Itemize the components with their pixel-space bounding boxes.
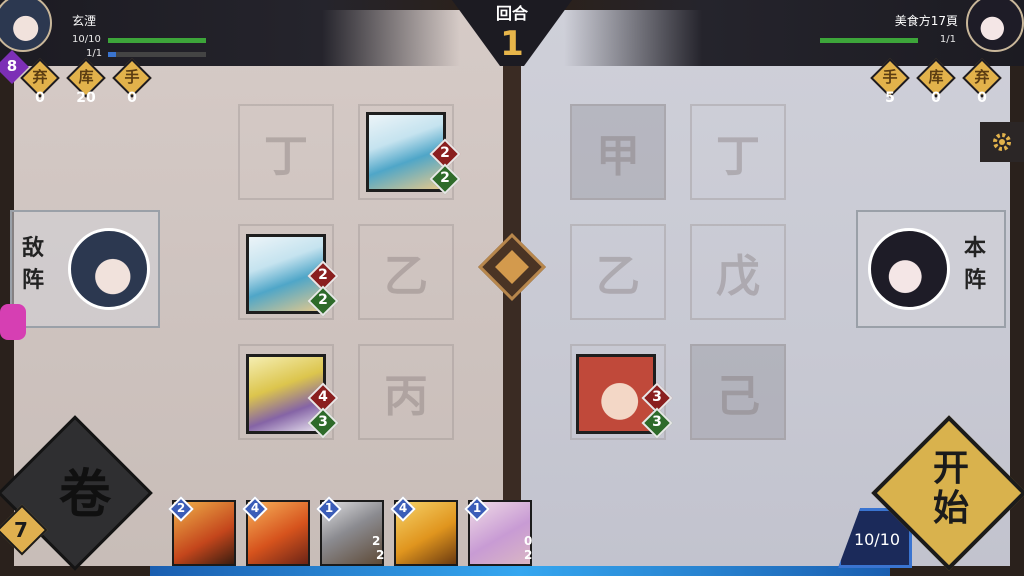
settings-button[interactable] xyxy=(980,122,1024,162)
deck-count: 7 xyxy=(14,518,28,542)
player-slot-ji[interactable]: 己 xyxy=(690,344,786,440)
unit-attack: 3 xyxy=(652,389,662,405)
enemy-tag-top: 敌 xyxy=(21,235,44,261)
gear-icon xyxy=(993,133,1011,151)
unit-attack: 2 xyxy=(318,267,328,283)
card-health: 2 xyxy=(376,548,385,562)
player-tag-top: 本 xyxy=(963,235,986,261)
card-attack: 0 xyxy=(524,534,533,548)
enemy-slot-bing[interactable]: 丙 xyxy=(358,344,454,440)
counter-value: 0 xyxy=(977,90,987,106)
counter-label: 库 xyxy=(928,68,944,86)
energy-bar xyxy=(150,566,890,576)
card-attack: 2 xyxy=(372,534,381,548)
emote-icon[interactable] xyxy=(0,304,26,340)
player-hp-bar xyxy=(820,38,918,43)
slot-label: 丁 xyxy=(264,131,308,182)
round-label: 回合 xyxy=(495,4,528,23)
enemy-info-bar xyxy=(0,0,460,66)
counter-label: 手 xyxy=(124,68,140,86)
enemy-library-counter[interactable]: 库 20 xyxy=(66,58,108,108)
game-board: 玄湮 10/10 1/1 8 弃 0 库 20 手 0 美食方17頁 1/1 手… xyxy=(0,0,1024,576)
card-cost: 1 xyxy=(324,501,334,515)
player-discard-counter[interactable]: 弃 0 xyxy=(962,58,1004,108)
player-info-bar xyxy=(564,0,1024,66)
enemy-discard-counter[interactable]: 弃 0 xyxy=(20,58,62,108)
enemy-name: 玄湮 xyxy=(72,14,97,28)
counter-value: 5 xyxy=(885,90,895,106)
card-cost: 4 xyxy=(250,501,260,515)
enemy-slot-yi[interactable]: 乙 xyxy=(358,224,454,320)
slot-label: 乙 xyxy=(384,251,428,302)
unit-attack: 2 xyxy=(440,145,450,161)
player-slot-ding[interactable]: 丁 xyxy=(690,104,786,200)
enemy-commander[interactable]: 敌 阵 xyxy=(10,210,160,328)
unit-attack: 4 xyxy=(318,389,328,405)
enemy-mana-text: 1/1 xyxy=(86,48,103,59)
slot-label: 乙 xyxy=(596,251,640,302)
counter-value: 20 xyxy=(76,90,96,106)
enemy-commander-portrait xyxy=(68,228,150,310)
slot-label: 丙 xyxy=(384,371,428,422)
counter-value: 0 xyxy=(931,90,941,106)
counter-label: 弃 xyxy=(32,68,48,86)
round-number: 1 xyxy=(500,24,524,64)
card-cost: 2 xyxy=(176,501,186,515)
player-library-counter[interactable]: 库 0 xyxy=(916,58,958,108)
enemy-mana-bar xyxy=(108,52,206,57)
counter-label: 手 xyxy=(882,68,898,86)
player-tag-bottom: 阵 xyxy=(963,267,986,293)
unit-health: 2 xyxy=(440,170,450,186)
slot-label: 甲 xyxy=(596,131,640,182)
mana-display: 10/10 xyxy=(853,530,901,549)
counter-value: 0 xyxy=(127,90,137,106)
enemy-tag-bottom: 阵 xyxy=(21,267,44,293)
unit-health: 2 xyxy=(318,292,328,308)
slot-label: 丁 xyxy=(716,131,760,182)
start-label-top: 开 xyxy=(932,447,969,489)
enemy-hp-text: 10/10 xyxy=(72,34,101,45)
counter-value: 0 xyxy=(35,90,45,106)
slot-label: 戊 xyxy=(716,251,760,302)
start-button-label: 开 始 xyxy=(906,448,996,528)
counter-label: 弃 xyxy=(974,68,990,86)
player-commander-portrait xyxy=(868,228,950,310)
player-mana-text: 1/1 xyxy=(939,34,956,45)
player-slot-yi[interactable]: 乙 xyxy=(570,224,666,320)
player-slot-wu[interactable]: 戊 xyxy=(690,224,786,320)
slot-label: 己 xyxy=(716,371,760,422)
deck-emblem: 卷 xyxy=(58,464,111,525)
counter-label: 库 xyxy=(78,68,94,86)
enemy-hp-bar xyxy=(108,38,206,43)
player-hand-counter[interactable]: 手 5 xyxy=(870,58,912,108)
unit-health: 3 xyxy=(318,414,328,430)
player-name: 美食方17頁 xyxy=(894,14,958,28)
card-cost: 4 xyxy=(398,501,408,515)
player-commander[interactable]: 本 阵 xyxy=(856,210,1006,328)
start-label-bottom: 始 xyxy=(932,487,969,529)
card-cost: 1 xyxy=(472,501,482,515)
card-health: 2 xyxy=(524,548,533,562)
enemy-hand-counter[interactable]: 手 0 xyxy=(112,58,154,108)
unit-health: 3 xyxy=(652,414,662,430)
player-slot-jia[interactable]: 甲 xyxy=(570,104,666,200)
enemy-slot-ding[interactable]: 丁 xyxy=(238,104,334,200)
enemy-level: 8 xyxy=(6,57,18,75)
